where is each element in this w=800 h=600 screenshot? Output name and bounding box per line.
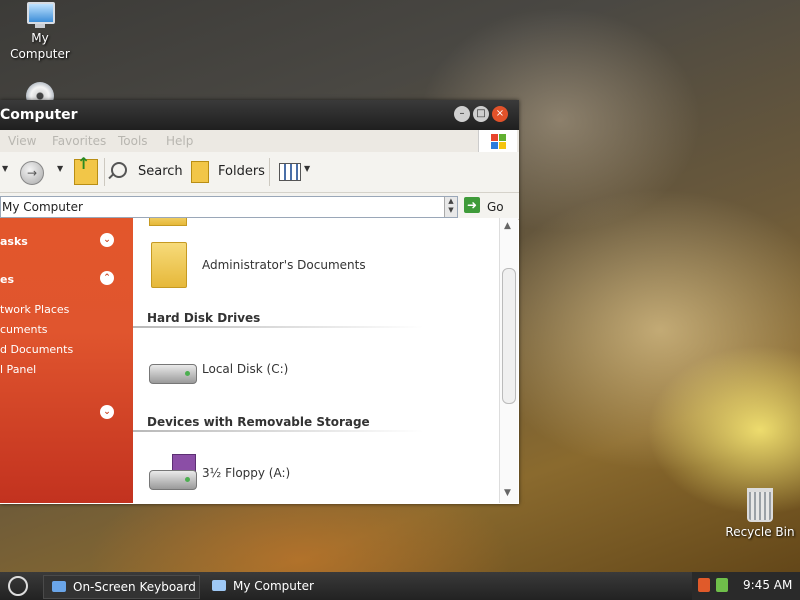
forward-button[interactable]: → bbox=[20, 161, 44, 185]
toolbar: ▼ → ▼ Search Folders ▼ bbox=[0, 152, 519, 193]
sidebar-link-shared-documents[interactable]: d Documents bbox=[0, 343, 73, 356]
menu-view[interactable]: View bbox=[8, 134, 36, 148]
folder-icon[interactable] bbox=[151, 242, 187, 288]
desktop-icon-recycle-bin[interactable]: Recycle Bin bbox=[720, 488, 800, 540]
sidebar-link-network-places[interactable]: twork Places bbox=[0, 303, 69, 316]
floppy-drive-icon[interactable] bbox=[149, 470, 197, 490]
item-label[interactable]: Administrator's Documents bbox=[202, 258, 366, 272]
collapse-chevron-icon[interactable]: ⌄ bbox=[100, 233, 114, 247]
back-dropdown-icon[interactable]: ▼ bbox=[2, 164, 8, 173]
clock[interactable]: 9:45 AM bbox=[743, 578, 792, 592]
scroll-up-icon[interactable]: ▲ bbox=[504, 221, 511, 231]
toolbar-divider bbox=[269, 158, 270, 186]
task-pane: asks ⌄ es ⌃ twork Places cuments d Docum… bbox=[0, 218, 133, 503]
scroll-down-icon[interactable]: ▼ bbox=[504, 488, 511, 498]
tray-app-icon[interactable] bbox=[698, 578, 710, 592]
sidebar-link-documents[interactable]: cuments bbox=[0, 323, 48, 336]
collapse-chevron-icon[interactable]: ⌄ bbox=[100, 405, 114, 419]
address-input[interactable]: My Computer ▲ ▼ bbox=[0, 196, 458, 218]
section-header: Hard Disk Drives bbox=[147, 311, 261, 325]
my-computer-icon bbox=[212, 580, 226, 591]
taskbar-item-label: My Computer bbox=[233, 579, 314, 593]
search-button[interactable]: Search bbox=[138, 164, 183, 179]
vertical-scrollbar[interactable]: ▲ ▼ bbox=[499, 218, 518, 503]
maximize-button[interactable]: □ bbox=[473, 106, 489, 122]
content-pane: Administrator's Documents Hard Disk Driv… bbox=[133, 218, 499, 503]
folder-icon bbox=[149, 218, 187, 226]
views-dropdown-icon[interactable]: ▼ bbox=[304, 164, 310, 173]
explorer-window: Computer – □ × View Favorites Tools Help… bbox=[0, 100, 519, 504]
folders-icon[interactable] bbox=[191, 161, 209, 183]
my-computer-icon bbox=[25, 2, 55, 28]
start-menu-icon[interactable] bbox=[8, 576, 28, 596]
address-bar: My Computer ▲ ▼ ➜ Go bbox=[0, 193, 519, 220]
up-folder-button[interactable] bbox=[74, 154, 98, 185]
folders-button[interactable]: Folders bbox=[218, 164, 265, 179]
window-titlebar[interactable]: Computer – □ × bbox=[0, 100, 519, 130]
sidebar-link-control-panel[interactable]: l Panel bbox=[0, 363, 36, 376]
go-arrow-icon[interactable]: ➜ bbox=[464, 197, 480, 213]
desktop-icon-my-computer[interactable]: My Computer bbox=[0, 2, 80, 62]
forward-dropdown-icon[interactable]: ▼ bbox=[57, 164, 63, 173]
item-label[interactable]: 3½ Floppy (A:) bbox=[202, 466, 290, 480]
window-title: Computer bbox=[0, 107, 78, 123]
taskbar-item-on-screen-keyboard[interactable]: On-Screen Keyboard bbox=[43, 575, 200, 599]
windows-logo-icon bbox=[478, 130, 517, 152]
item-label[interactable]: Local Disk (C:) bbox=[202, 362, 288, 376]
go-button[interactable]: Go bbox=[487, 200, 504, 214]
address-value: My Computer bbox=[2, 200, 83, 214]
expand-chevron-icon[interactable]: ⌃ bbox=[100, 271, 114, 285]
recycle-bin-icon bbox=[747, 488, 773, 522]
close-button[interactable]: × bbox=[492, 106, 508, 122]
hard-disk-icon[interactable] bbox=[149, 364, 197, 384]
task-pane-header[interactable]: asks bbox=[0, 235, 28, 248]
address-dropdown-icon[interactable]: ▲ ▼ bbox=[444, 197, 457, 217]
menu-help[interactable]: Help bbox=[166, 134, 193, 148]
menu-bar: View Favorites Tools Help bbox=[0, 130, 519, 152]
menu-tools[interactable]: Tools bbox=[118, 134, 148, 148]
task-pane-header[interactable]: es bbox=[0, 273, 14, 286]
views-icon[interactable] bbox=[279, 163, 301, 181]
desktop-icon-label: My Computer bbox=[10, 31, 70, 61]
section-header: Devices with Removable Storage bbox=[147, 415, 370, 429]
taskbar: On-Screen Keyboard My Computer 9:45 AM bbox=[0, 572, 800, 600]
network-icon[interactable] bbox=[716, 578, 728, 592]
section-divider bbox=[133, 430, 423, 432]
taskbar-item-label: On-Screen Keyboard bbox=[73, 580, 196, 594]
toolbar-divider bbox=[104, 158, 105, 186]
taskbar-item-my-computer[interactable]: My Computer bbox=[204, 575, 359, 597]
section-divider bbox=[133, 326, 423, 328]
keyboard-icon bbox=[52, 581, 66, 592]
minimize-button[interactable]: – bbox=[454, 106, 470, 122]
search-icon[interactable] bbox=[111, 162, 127, 178]
menu-favorites[interactable]: Favorites bbox=[52, 134, 106, 148]
scroll-thumb[interactable] bbox=[502, 268, 516, 404]
desktop-icon-label: Recycle Bin bbox=[725, 525, 795, 539]
